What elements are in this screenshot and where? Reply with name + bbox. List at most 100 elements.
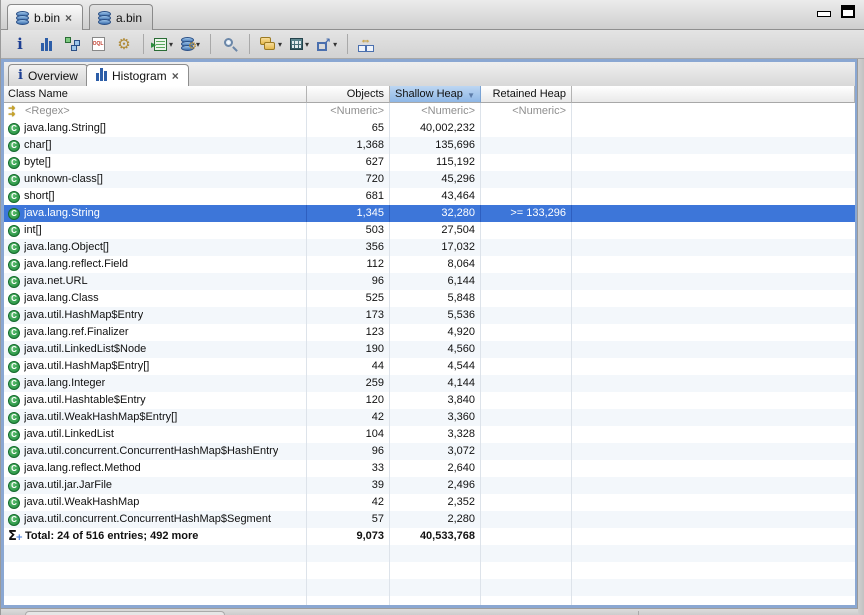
retained-heap-cell xyxy=(481,426,572,443)
bottom-panel-tab[interactable] xyxy=(25,611,225,615)
close-icon[interactable]: × xyxy=(172,71,179,81)
table-row[interactable]: C java.lang.String[] 65 40,002,232 xyxy=(4,120,855,137)
run-query-icon xyxy=(154,38,167,51)
class-name-cell: char[] xyxy=(24,137,52,154)
info-icon: i xyxy=(18,68,23,83)
table-row[interactable]: C java.util.concurrent.ConcurrentHashMap… xyxy=(4,511,855,528)
table-row[interactable]: C java.lang.String 1,345 32,280 >= 133,2… xyxy=(4,205,855,222)
class-icon: C xyxy=(8,327,20,339)
calculator-dropdown-button[interactable]: ▾ xyxy=(288,32,311,56)
minimize-view-icon[interactable] xyxy=(817,11,831,17)
collapsed-view-strip[interactable] xyxy=(857,59,864,615)
table-row[interactable]: C java.util.Hashtable$Entry 120 3,840 xyxy=(4,392,855,409)
table-row[interactable]: C int[] 503 27,504 xyxy=(4,222,855,239)
retained-heap-cell xyxy=(481,392,572,409)
retained-heap-cell xyxy=(481,273,572,290)
objects-cell: 190 xyxy=(307,341,390,358)
view-tab-label: Overview xyxy=(28,69,78,83)
column-header-shallow-heap[interactable]: ▼ Shallow Heap xyxy=(390,86,481,103)
search-button[interactable] xyxy=(219,32,241,56)
maximize-view-icon[interactable] xyxy=(841,5,855,18)
table-row[interactable]: C java.net.URL 96 6,144 xyxy=(4,273,855,290)
table-row[interactable]: C java.lang.reflect.Field 112 8,064 xyxy=(4,256,855,273)
class-icon: C xyxy=(8,378,20,390)
objects-cell: 1,368 xyxy=(307,137,390,154)
table-row[interactable]: C java.util.LinkedList 104 3,328 xyxy=(4,426,855,443)
oql-button[interactable]: OQL xyxy=(87,32,109,56)
retained-heap-cell: >= 133,296 xyxy=(481,205,572,222)
table-row[interactable]: C java.lang.ref.Finalizer 123 4,920 xyxy=(4,324,855,341)
table-row[interactable]: C char[] 1,368 135,696 xyxy=(4,137,855,154)
table-row[interactable]: C java.util.LinkedList$Node 190 4,560 xyxy=(4,341,855,358)
class-icon: C xyxy=(8,497,20,509)
class-name-cell: java.lang.String xyxy=(24,205,100,222)
export-dropdown-button[interactable]: ↗ ▾ xyxy=(315,32,339,56)
chevron-down-icon: ▾ xyxy=(333,40,337,49)
class-name-filter-input[interactable]: ➜➜ <Regex> xyxy=(4,103,307,120)
table-row[interactable]: C java.util.HashMap$Entry 173 5,536 xyxy=(4,307,855,324)
settings-gear-button[interactable]: ⚙ xyxy=(113,32,135,56)
column-header-retained-heap[interactable]: Retained Heap xyxy=(481,86,572,103)
objects-cell: 42 xyxy=(307,409,390,426)
sigma-total-icon: Σ+ xyxy=(8,528,21,545)
table-row[interactable]: C java.util.concurrent.ConcurrentHashMap… xyxy=(4,443,855,460)
table-row[interactable]: C java.lang.reflect.Method 33 2,640 xyxy=(4,460,855,477)
table-row[interactable]: C java.util.WeakHashMap 42 2,352 xyxy=(4,494,855,511)
table-row[interactable]: C short[] 681 43,464 xyxy=(4,188,855,205)
close-icon[interactable]: × xyxy=(65,13,72,23)
tab-histogram[interactable]: Histogram × xyxy=(86,64,189,86)
editor-tab-label: a.bin xyxy=(116,11,142,25)
table-row[interactable]: C byte[] 627 115,192 xyxy=(4,154,855,171)
class-name-cell: java.lang.String[] xyxy=(24,120,106,137)
shallow-heap-cell: 6,144 xyxy=(390,273,481,290)
class-icon: C xyxy=(8,242,20,254)
view-tab-label: Histogram xyxy=(112,69,167,83)
class-name-cell: byte[] xyxy=(24,154,51,171)
objects-filter-input[interactable]: <Numeric> xyxy=(307,103,390,120)
shallow-heap-filter-input[interactable]: <Numeric> xyxy=(390,103,481,120)
total-row[interactable]: Σ+ Total: 24 of 516 entries; 492 more 9,… xyxy=(4,528,855,545)
shallow-heap-cell: 3,072 xyxy=(390,443,481,460)
empty-row xyxy=(4,545,855,562)
class-name-cell: int[] xyxy=(24,222,42,239)
histogram-icon xyxy=(41,38,52,51)
shallow-heap-cell: 4,544 xyxy=(390,358,481,375)
class-name-cell: java.lang.Class xyxy=(24,290,99,307)
class-name-cell: java.lang.Integer xyxy=(24,375,105,392)
shallow-heap-cell: 3,840 xyxy=(390,392,481,409)
shallow-heap-cell: 4,920 xyxy=(390,324,481,341)
table-row[interactable]: C java.util.WeakHashMap$Entry[] 42 3,360 xyxy=(4,409,855,426)
table-row[interactable]: C java.lang.Object[] 356 17,032 xyxy=(4,239,855,256)
group-by-dropdown-button[interactable]: ▾ xyxy=(258,32,284,56)
shallow-heap-cell: 4,144 xyxy=(390,375,481,392)
editor-tab-b-bin[interactable]: b.bin × xyxy=(7,4,83,30)
run-query-dropdown-button[interactable]: ▾ xyxy=(152,32,175,56)
toolbar: i OQL ⚙ ▾ ⚙ ▾ ▾ ▾ ↗ ▾ ⇔ xyxy=(1,30,864,59)
table-row[interactable]: C java.lang.Class 525 5,848 xyxy=(4,290,855,307)
class-icon: C xyxy=(8,157,20,169)
histogram-button[interactable] xyxy=(35,32,57,56)
column-header-objects[interactable]: Objects xyxy=(307,86,390,103)
compare-icon: ⇔ xyxy=(358,37,376,52)
table-row[interactable]: C java.util.HashMap$Entry[] 44 4,544 xyxy=(4,358,855,375)
view-tab-bar: i Overview Histogram × xyxy=(4,62,855,86)
histogram-table: Class Name Objects ▼ Shallow Heap Retain… xyxy=(4,86,855,605)
retained-heap-filter-input[interactable]: <Numeric> xyxy=(481,103,572,120)
column-header-class-name[interactable]: Class Name xyxy=(4,86,307,103)
table-row[interactable]: C java.util.jar.JarFile 39 2,496 xyxy=(4,477,855,494)
objects-cell: 33 xyxy=(307,460,390,477)
editor-tab-a-bin[interactable]: a.bin xyxy=(89,4,153,30)
shallow-heap-cell: 135,696 xyxy=(390,137,481,154)
retained-heap-cell xyxy=(481,188,572,205)
shallow-heap-cell: 17,032 xyxy=(390,239,481,256)
overview-info-button[interactable]: i xyxy=(9,32,31,56)
heap-dump-actions-dropdown-button[interactable]: ⚙ ▾ xyxy=(179,32,202,56)
retained-heap-cell xyxy=(481,154,572,171)
compare-tables-button[interactable]: ⇔ xyxy=(356,32,378,56)
class-icon: C xyxy=(8,514,20,526)
table-row[interactable]: C unknown-class[] 720 45,296 xyxy=(4,171,855,188)
tab-overview[interactable]: i Overview xyxy=(8,64,88,86)
table-row[interactable]: C java.lang.Integer 259 4,144 xyxy=(4,375,855,392)
objects-cell: 112 xyxy=(307,256,390,273)
dominator-tree-button[interactable] xyxy=(61,32,83,56)
